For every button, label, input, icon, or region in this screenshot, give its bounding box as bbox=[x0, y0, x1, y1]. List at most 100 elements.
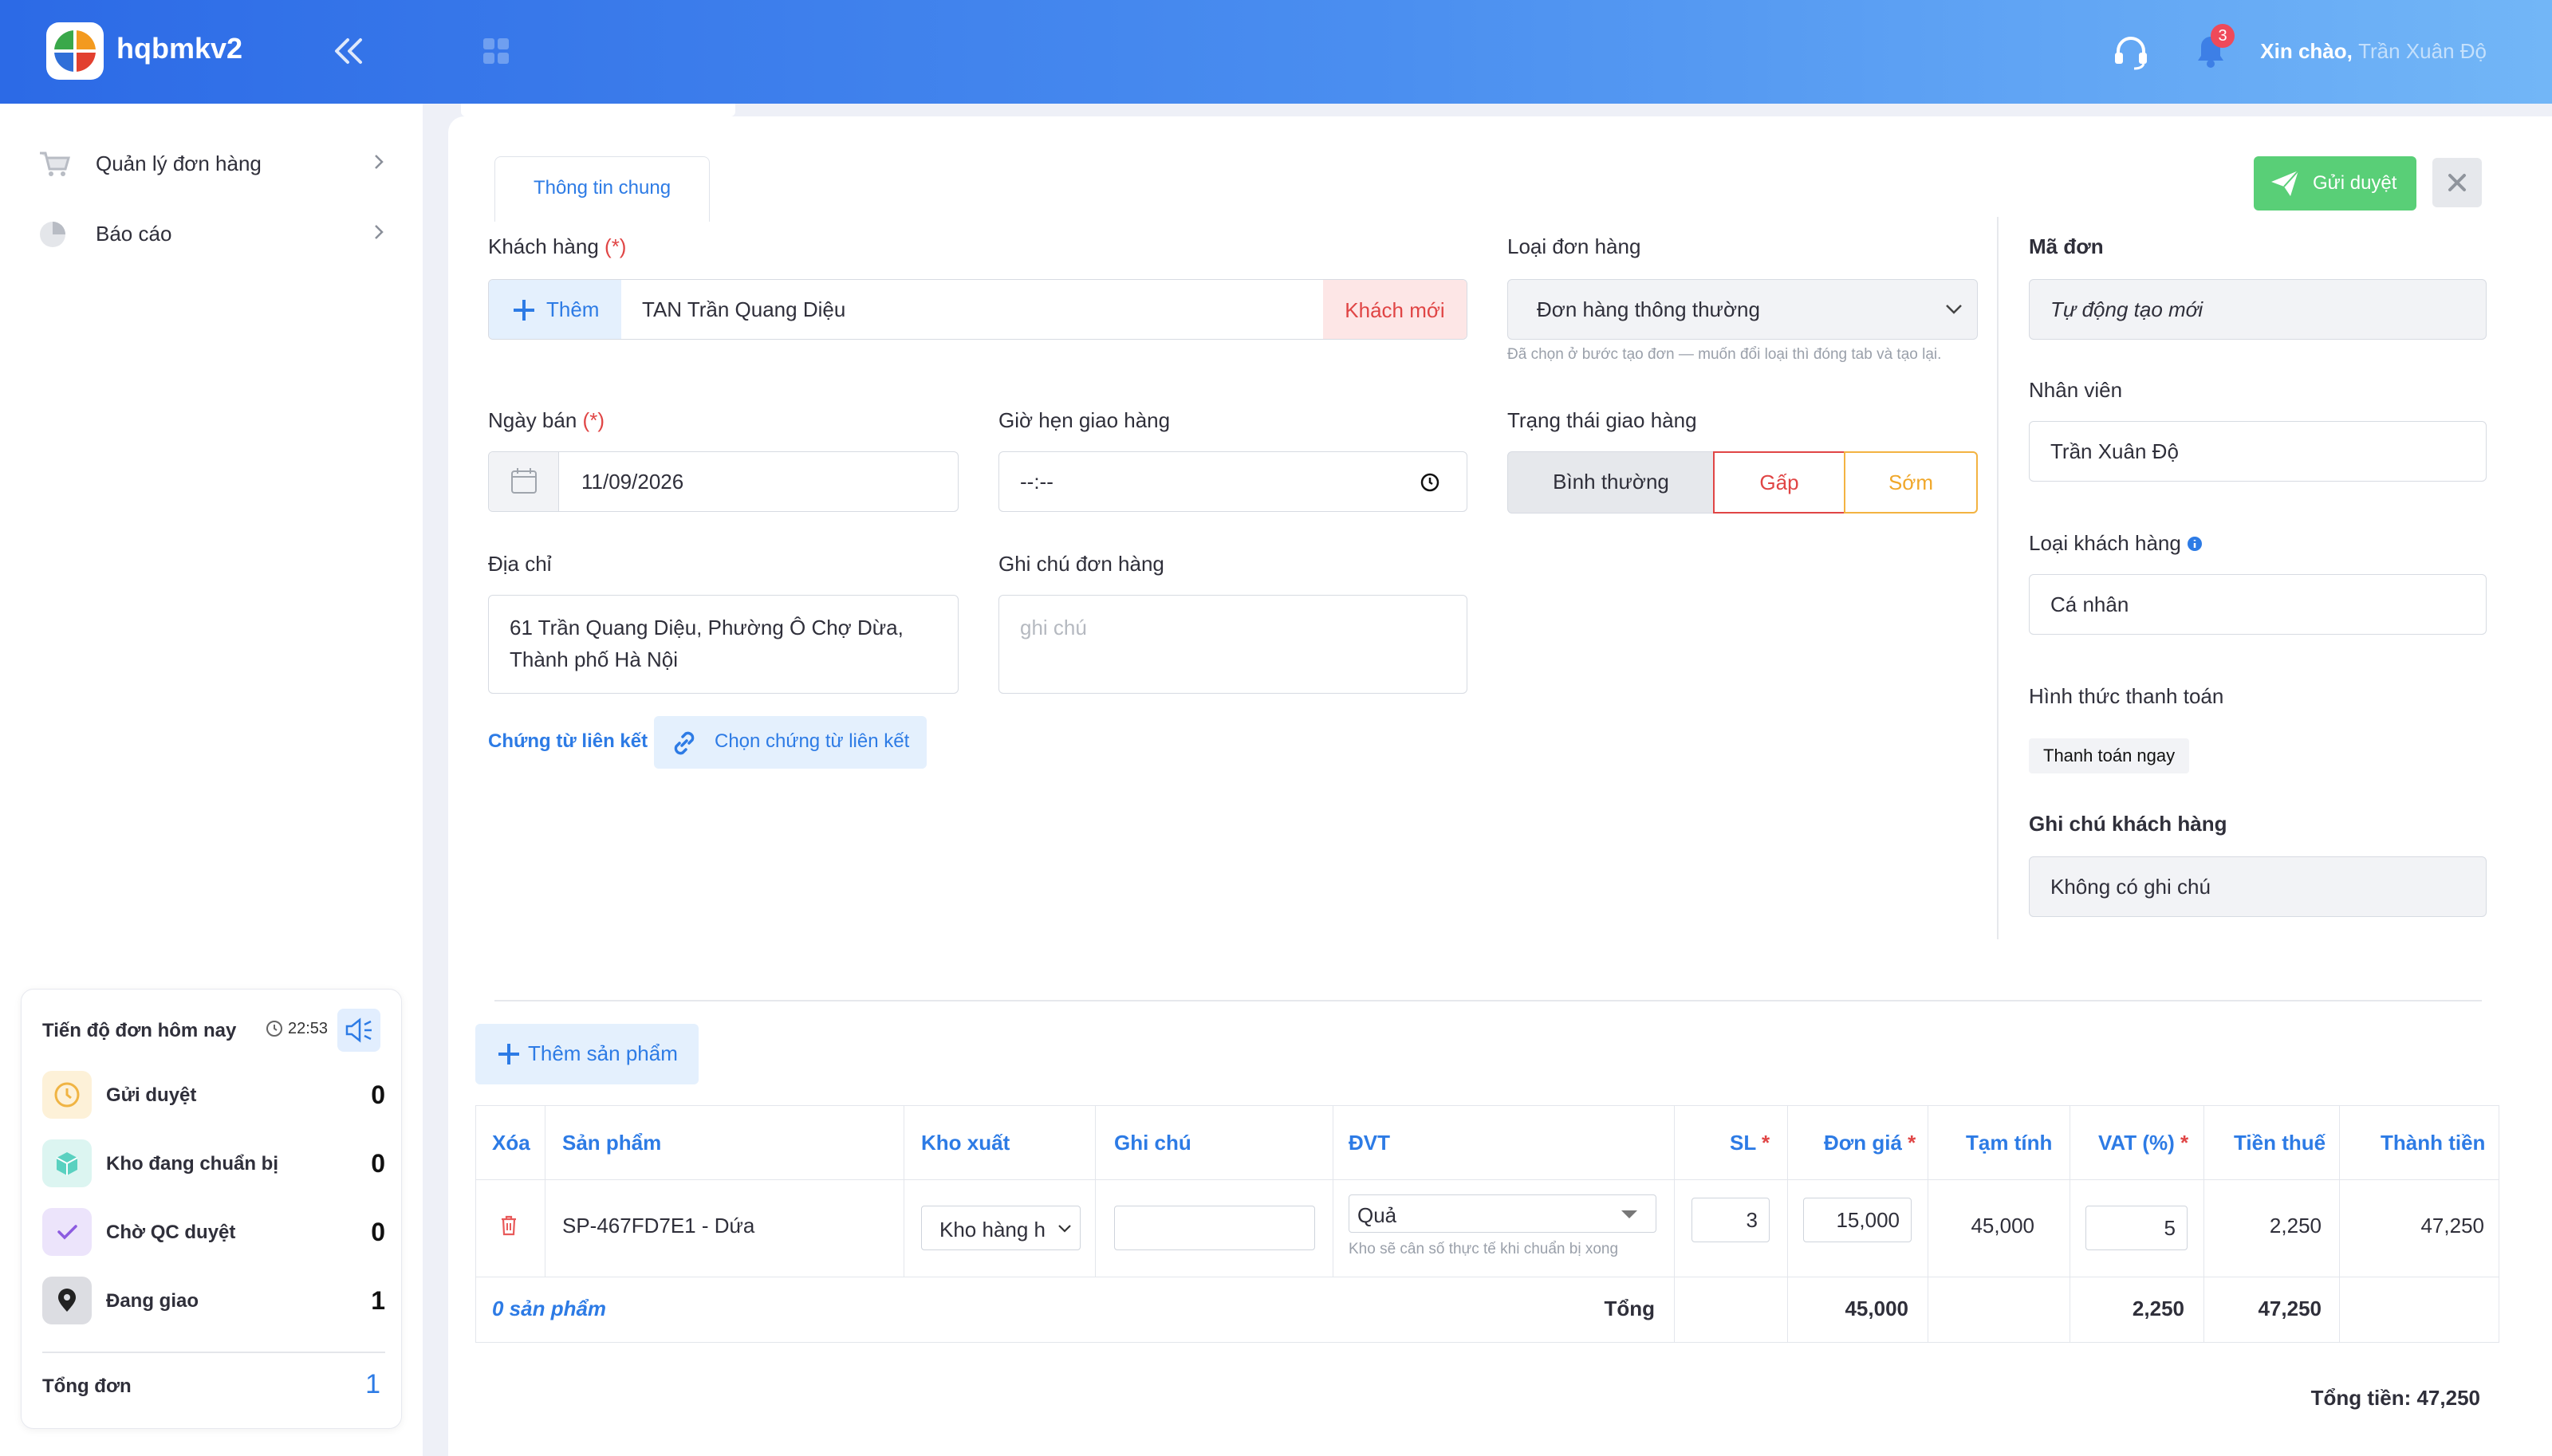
customer-type-field[interactable]: Cá nhân bbox=[2029, 574, 2487, 635]
address-label: Địa chỉ bbox=[488, 552, 552, 576]
row-note-input[interactable] bbox=[1114, 1206, 1315, 1250]
status-normal-button[interactable]: Bình thường bbox=[1507, 451, 1715, 514]
col-qty: SL * bbox=[1730, 1106, 1770, 1179]
today-progress-card: Tiến độ đơn hôm nay 22:53 Gửi duyệt 0 Kh… bbox=[21, 989, 402, 1429]
progress-row-delivering[interactable]: Đang giao 1 bbox=[42, 1275, 385, 1326]
progress-time: 22:53 bbox=[288, 1020, 329, 1037]
order-code-label: Mã đơn bbox=[2029, 234, 2104, 258]
greeting-text: Xin chào, bbox=[2260, 39, 2353, 63]
new-customer-button[interactable]: Khách mới bbox=[1323, 280, 1467, 339]
progress-value: 0 bbox=[371, 1080, 385, 1109]
progress-label: Chờ QC duyệt bbox=[106, 1222, 236, 1243]
customer-field[interactable]: Thêm TAN Trần Quang Diệu Khách mới bbox=[488, 279, 1467, 340]
price-input[interactable]: 15,000 bbox=[1803, 1198, 1912, 1242]
grand-total: Tổng tiền: 47,250 bbox=[2310, 1386, 2480, 1410]
order-note-textarea[interactable]: ghi chú bbox=[998, 595, 1467, 694]
calendar-icon[interactable] bbox=[489, 452, 559, 511]
trash-icon[interactable] bbox=[500, 1215, 518, 1236]
sale-date-value: 11/09/2026 bbox=[581, 470, 684, 494]
close-icon bbox=[2448, 174, 2466, 191]
clock-icon bbox=[266, 1020, 283, 1037]
divider bbox=[42, 1352, 385, 1353]
add-product-label: Thêm sản phẩm bbox=[528, 1041, 678, 1065]
location-pin-icon bbox=[42, 1277, 92, 1324]
progress-value: 0 bbox=[371, 1149, 385, 1178]
progress-label: Đang giao bbox=[106, 1290, 199, 1312]
progress-label: Kho đang chuẩn bị bbox=[106, 1153, 278, 1175]
info-icon[interactable] bbox=[2187, 536, 2203, 552]
order-type-value: Đơn hàng thông thường bbox=[1537, 297, 1760, 321]
close-button[interactable] bbox=[2432, 158, 2482, 207]
open-tab-indicator[interactable] bbox=[461, 104, 735, 116]
date-label-text: Ngày bán bbox=[488, 408, 577, 432]
total-orders-label: Tổng đơn bbox=[42, 1375, 132, 1397]
address-textarea[interactable]: 61 Trần Quang Diệu, Phường Ô Chợ Dừa, Th… bbox=[488, 595, 959, 694]
user-name: Trần Xuân Độ bbox=[2358, 39, 2487, 63]
user-greeting[interactable]: Xin chào, Trần Xuân Độ bbox=[2260, 39, 2487, 64]
footer-subtotal: 45,000 bbox=[1845, 1297, 1908, 1320]
apps-grid-icon[interactable] bbox=[482, 37, 510, 65]
col-delete: Xóa bbox=[492, 1131, 530, 1155]
status-urgent-button[interactable]: Gấp bbox=[1713, 451, 1845, 514]
delivery-status-label: Trạng thái giao hàng bbox=[1507, 408, 1697, 432]
col-warehouse: Kho xuất bbox=[921, 1131, 1010, 1155]
progress-row-qc[interactable]: Chờ QC duyệt 0 bbox=[42, 1206, 385, 1257]
speaker-icon[interactable] bbox=[337, 1009, 380, 1052]
sidebar-item-orders[interactable]: Quản lý đơn hàng bbox=[0, 128, 423, 198]
col-vat-text: VAT (%) bbox=[2098, 1131, 2175, 1155]
cart-icon bbox=[38, 150, 70, 177]
sidebar-item-label: Quản lý đơn hàng bbox=[96, 152, 262, 175]
add-customer-button[interactable]: Thêm bbox=[489, 280, 621, 339]
product-count: 0 sản phẩm bbox=[492, 1297, 607, 1320]
customer-type-label: Loại khách hàng bbox=[2029, 531, 2203, 556]
plus-icon bbox=[498, 1044, 519, 1064]
warehouse-value: Kho hàng h bbox=[939, 1218, 1046, 1242]
tab-general-info[interactable]: Thông tin chung bbox=[494, 156, 710, 222]
order-code-value: Tự động tạo mới bbox=[2050, 297, 2203, 321]
delivery-time-input[interactable]: --:-- bbox=[998, 451, 1467, 512]
add-product-button[interactable]: Thêm sản phẩm bbox=[475, 1024, 699, 1084]
vertical-divider bbox=[1997, 217, 1999, 939]
send-approval-button[interactable]: Gửi duyệt bbox=[2254, 156, 2416, 211]
footer-total: 47,250 bbox=[2258, 1297, 2322, 1320]
headset-icon[interactable] bbox=[2112, 33, 2150, 70]
customer-label: Khách hàng (*) bbox=[488, 234, 626, 259]
col-price-text: Đơn giá bbox=[1824, 1131, 1902, 1155]
customer-note-field: Không có ghi chú bbox=[2029, 856, 2487, 917]
warehouse-select[interactable]: Kho hàng h bbox=[921, 1206, 1081, 1250]
unit-select[interactable]: Quả bbox=[1349, 1194, 1656, 1233]
product-table: Xóa Sản phẩm Kho xuất Ghi chú ĐVT SL * Đ… bbox=[475, 1105, 2499, 1343]
plus-icon bbox=[514, 300, 534, 321]
linked-docs-label: Chứng từ liên kết bbox=[488, 730, 648, 752]
status-early-button[interactable]: Sớm bbox=[1844, 451, 1978, 514]
staff-field[interactable]: Trần Xuân Độ bbox=[2029, 421, 2487, 482]
send-approval-label: Gửi duyệt bbox=[2313, 172, 2397, 194]
sidebar-item-reports[interactable]: Báo cáo bbox=[0, 198, 423, 268]
order-type-label: Loại đơn hàng bbox=[1507, 234, 1641, 258]
product-name[interactable]: SP-467FD7E1 - Dứa bbox=[562, 1214, 754, 1238]
delivery-time-label: Giờ hẹn giao hàng bbox=[998, 408, 1171, 432]
qty-input[interactable]: 3 bbox=[1691, 1198, 1770, 1242]
customer-label-text: Khách hàng bbox=[488, 234, 599, 258]
staff-value: Trần Xuân Độ bbox=[2050, 439, 2179, 463]
col-product: Sản phẩm bbox=[562, 1131, 662, 1155]
progress-row-pending[interactable]: Gửi duyệt 0 bbox=[42, 1069, 385, 1120]
sale-date-input[interactable]: 11/09/2026 bbox=[488, 451, 959, 512]
clock-icon[interactable] bbox=[1420, 473, 1439, 492]
customer-name[interactable]: TAN Trần Quang Diệu bbox=[642, 297, 845, 322]
order-type-select[interactable]: Đơn hàng thông thường bbox=[1507, 279, 1978, 340]
hourglass-icon bbox=[42, 1071, 92, 1119]
order-type-hint: Đã chọn ở bước tạo đơn — muốn đổi loại t… bbox=[1507, 346, 1942, 363]
send-icon bbox=[2271, 170, 2299, 196]
vat-input[interactable]: 5 bbox=[2085, 1206, 2188, 1250]
unit-hint: Kho sẽ cân số thực tế khi chuẩn bị xong bbox=[1349, 1241, 1619, 1257]
progress-value: 0 bbox=[371, 1218, 385, 1246]
payment-method-tag: Thanh toán ngay bbox=[2029, 738, 2190, 773]
app-logo[interactable] bbox=[46, 22, 104, 80]
collapse-sidebar-icon[interactable] bbox=[333, 37, 365, 65]
progress-row-warehouse[interactable]: Kho đang chuẩn bị 0 bbox=[42, 1138, 385, 1189]
choose-linked-docs-button[interactable]: Chọn chứng từ liên kết bbox=[654, 716, 927, 769]
col-tax: Tiền thuế bbox=[2234, 1131, 2326, 1155]
required-mark: * bbox=[1908, 1131, 1916, 1155]
customer-note-value: Không có ghi chú bbox=[2050, 875, 2211, 899]
